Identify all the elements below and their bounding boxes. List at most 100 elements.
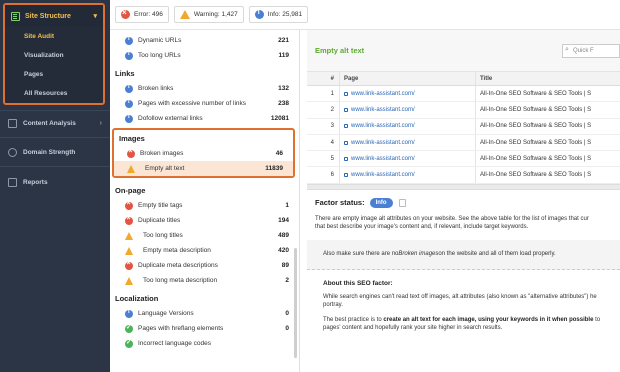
page-link[interactable]: www.link-assistant.com/ <box>339 102 475 118</box>
sidebar-item-domain-strength[interactable]: Domain Strength <box>0 141 110 163</box>
warning-count-pill[interactable]: Warning: 1,427 <box>173 6 244 23</box>
sidebar-item-reports[interactable]: Reports <box>0 171 110 193</box>
sidebar-item-all-resources[interactable]: All Resources <box>5 84 103 103</box>
lock-icon <box>344 124 348 129</box>
scrollbar[interactable] <box>294 248 297 358</box>
table-row[interactable]: 3 www.link-assistant.com/ All-In-One SEO… <box>307 118 620 135</box>
factor-note: Also make sure there are no Broken image… <box>307 239 620 270</box>
sidebar-item-content-analysis[interactable]: Content Analysis › <box>0 112 110 134</box>
list-item[interactable]: Too long meta description 2 <box>110 273 299 288</box>
table-row[interactable]: 2 www.link-assistant.com/ All-In-One SEO… <box>307 102 620 119</box>
images-section: Images Broken images 46 Empty alt text 1… <box>112 128 295 178</box>
page-url[interactable]: www.link-assistant.com/ <box>351 172 415 178</box>
list-item[interactable]: Empty meta description 420 <box>110 243 299 258</box>
column-header-title[interactable]: Title <box>475 72 620 85</box>
chevron-right-icon: › <box>99 119 102 127</box>
column-header-page[interactable]: Page <box>339 72 475 85</box>
page-link[interactable]: www.link-assistant.com/ <box>339 118 475 134</box>
error-icon <box>125 260 133 270</box>
column-header-number[interactable]: # <box>307 76 339 82</box>
site-structure-group: Site Structure ▾ Site Audit Visualizatio… <box>3 3 105 105</box>
about-p2-post: to <box>593 316 601 323</box>
issue-count: 0 <box>285 310 289 317</box>
copy-icon[interactable] <box>398 198 406 207</box>
list-item[interactable]: Duplicate meta descriptions 89 <box>110 258 299 273</box>
list-item[interactable]: Pages with hreflang elements 0 <box>110 321 299 336</box>
quick-filter-input[interactable]: Quick F <box>562 43 620 58</box>
factor-section: Factor status: Info There are empty imag… <box>307 190 620 232</box>
list-item[interactable]: Incorrect language codes <box>110 336 299 351</box>
list-item-selected[interactable]: Empty alt text 11839 <box>114 161 293 176</box>
issue-label: Incorrect language codes <box>138 340 211 347</box>
table-row[interactable]: 4 www.link-assistant.com/ All-In-One SEO… <box>307 134 620 152</box>
note-text-emphasis: Broken images <box>398 251 439 258</box>
row-number: 1 <box>330 90 334 97</box>
about-paragraph-2: The best practice is to create an alt te… <box>323 316 604 333</box>
list-item[interactable]: Dofollow external links 12081 <box>110 111 299 126</box>
page-link[interactable]: www.link-assistant.com/ <box>339 86 475 102</box>
table-row[interactable]: 6 www.link-assistant.com/ All-In-One SEO… <box>307 167 620 184</box>
check-icon <box>125 323 133 333</box>
list-item[interactable]: Dynamic URLs 221 <box>110 33 299 48</box>
issue-label: Too long URLs <box>138 52 181 59</box>
list-item[interactable]: Pages with excessive number of links 238 <box>110 96 299 111</box>
page-link[interactable]: www.link-assistant.com/ <box>339 167 475 183</box>
content-analysis-icon <box>8 118 17 128</box>
list-item[interactable]: Too long URLs 119 <box>110 48 299 63</box>
list-item[interactable]: Duplicate titles 194 <box>110 213 299 228</box>
issue-label: Dynamic URLs <box>138 37 182 44</box>
warning-icon <box>127 164 135 173</box>
sidebar-item-site-audit[interactable]: Site Audit <box>5 27 103 46</box>
page-url[interactable]: www.link-assistant.com/ <box>351 91 415 97</box>
list-item[interactable]: Too long titles 489 <box>110 228 299 243</box>
list-item[interactable]: Broken images 46 <box>114 146 293 161</box>
info-icon <box>125 114 133 123</box>
sidebar-item-visualization[interactable]: Visualization <box>5 46 103 65</box>
page-title-cell: All-In-One SEO Software & SEO Tools | S <box>475 118 620 134</box>
row-number: 5 <box>330 155 334 162</box>
issue-count: 420 <box>278 247 289 254</box>
list-item[interactable]: Empty title tags 1 <box>110 198 299 213</box>
page-url[interactable]: www.link-assistant.com/ <box>351 107 415 113</box>
error-count-pill[interactable]: Error: 496 <box>115 6 169 23</box>
issue-count: 0 <box>285 325 289 332</box>
info-icon <box>125 36 133 45</box>
page-title-cell: All-In-One SEO Software & SEO Tools | S <box>475 167 620 183</box>
sidebar-item-label: Reports <box>23 178 48 186</box>
issue-count: 194 <box>278 217 289 224</box>
about-p1-line2: portray. <box>323 302 343 309</box>
warning-icon <box>125 246 133 255</box>
info-count: Info: 25,981 <box>267 11 303 18</box>
issue-count: 12081 <box>270 115 289 122</box>
table-row[interactable]: 1 www.link-assistant.com/ All-In-One SEO… <box>307 86 620 103</box>
page-url[interactable]: www.link-assistant.com/ <box>351 156 415 162</box>
page-url[interactable]: www.link-assistant.com/ <box>351 123 415 129</box>
page-link[interactable]: www.link-assistant.com/ <box>339 134 475 151</box>
info-count-pill[interactable]: Info: 25,981 <box>248 6 309 23</box>
section-title-links: Links <box>115 69 135 78</box>
results-table: # Page Title 1 www.link-assistant.com/ A… <box>307 72 620 184</box>
site-structure-header[interactable]: Site Structure ▾ <box>5 5 103 27</box>
list-item[interactable]: Broken links 132 <box>110 81 299 96</box>
sidebar-item-label: Domain Strength <box>23 148 76 156</box>
page-link[interactable]: www.link-assistant.com/ <box>339 151 475 167</box>
issue-count: 89 <box>281 262 289 269</box>
error-count: Error: 496 <box>134 11 163 18</box>
info-icon <box>125 84 133 93</box>
page-url[interactable]: www.link-assistant.com/ <box>351 140 415 146</box>
table-row[interactable]: 5 www.link-assistant.com/ All-In-One SEO… <box>307 151 620 168</box>
issue-label: Pages with excessive number of links <box>138 100 247 107</box>
lock-icon <box>344 156 348 161</box>
list-item[interactable]: Language Versions 0 <box>110 306 299 321</box>
issue-count: 489 <box>278 232 289 239</box>
sidebar: Site Structure ▾ Site Audit Visualizatio… <box>0 0 110 372</box>
about-p2-bold: create an alt text for each image, using… <box>383 316 594 323</box>
sidebar-item-pages[interactable]: Pages <box>5 65 103 84</box>
domain-strength-icon <box>8 147 17 157</box>
detail-panel: Empty alt text Quick F # Page Title 1 ww… <box>307 30 620 372</box>
lock-icon <box>344 173 348 178</box>
page-title-cell: All-In-One SEO Software & SEO Tools | S <box>475 134 620 151</box>
about-p2-pre: The best practice is to <box>323 316 384 323</box>
issue-list: Dynamic URLs 221 Too long URLs 119 Links… <box>110 30 300 372</box>
issue-label: Broken images <box>140 150 184 157</box>
